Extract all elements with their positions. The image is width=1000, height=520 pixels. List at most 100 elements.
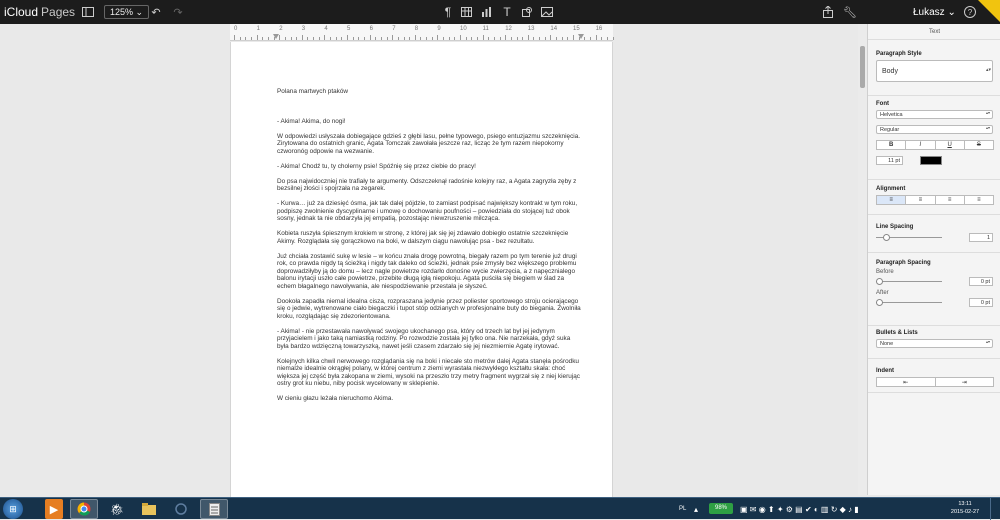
ruler-tick xyxy=(606,37,608,40)
ruler-label: 4 xyxy=(324,26,328,32)
ruler-label: 6 xyxy=(369,26,373,32)
image-icon[interactable] xyxy=(539,0,555,24)
ruler-tick xyxy=(601,37,603,40)
ruler-tick xyxy=(262,37,264,40)
panel-header: Text xyxy=(868,24,1000,40)
align-justify-button[interactable]: ≡ xyxy=(963,195,994,205)
slider-knob[interactable] xyxy=(876,278,883,285)
ruler-tick xyxy=(612,37,614,40)
ruler-tick xyxy=(256,35,258,40)
media-player-icon[interactable]: ▶ xyxy=(45,499,63,519)
language-indicator[interactable]: PL xyxy=(679,498,686,520)
user-menu[interactable]: Łukasz ⌄ xyxy=(913,0,956,24)
textbox-icon[interactable]: T xyxy=(499,0,515,24)
ruler-tick xyxy=(267,37,269,40)
ruler-tick xyxy=(392,35,394,40)
scrollbar-thumb[interactable] xyxy=(860,46,865,88)
italic-button[interactable]: I xyxy=(905,140,936,150)
ruler-tick xyxy=(510,37,512,40)
app2-icon[interactable] xyxy=(167,499,195,519)
table-icon[interactable] xyxy=(458,0,474,24)
document-paragraph: - Akima! - nie przestawała nawoływać swo… xyxy=(277,327,571,350)
brand-name: iCloud xyxy=(4,5,39,19)
undo-icon[interactable]: ↶ xyxy=(148,0,164,24)
taskbar: ⊞ ▶ 🐞︎ PL ▴ 98% ▣ ✉ ◉ ⬆ ✦ ⚙ ▤ ✔ ◐ ▥ ↻ ◆ … xyxy=(0,497,1000,520)
align-right-button[interactable]: ≡ xyxy=(934,195,965,205)
after-slider[interactable]: 0 pt xyxy=(876,298,993,307)
ruler-tick xyxy=(375,37,377,40)
increase-indent-button[interactable]: ⇥ xyxy=(934,377,994,387)
ruler-tick xyxy=(284,37,286,40)
line-spacing-slider[interactable]: 1 xyxy=(876,233,993,242)
ruler-label: 0 xyxy=(234,26,238,32)
line-spacing-field[interactable]: 1 xyxy=(969,233,993,242)
svg-text:?: ? xyxy=(968,8,973,17)
document-paragraph: Kolejnych kilka chwil nerwowego rozgląda… xyxy=(277,357,580,388)
pages-icon[interactable] xyxy=(200,499,228,519)
document-scrollbar[interactable] xyxy=(858,24,867,495)
ruler-tick xyxy=(290,37,292,40)
alignment-section: Alignment ≡ ≡ ≡ ≡ xyxy=(876,186,994,205)
help-icon[interactable]: ? xyxy=(962,0,978,24)
font-size-field[interactable]: 11 pt xyxy=(876,156,903,165)
paragraph-list: - Akima! Akima, do nogi! W odpowiedzi usł… xyxy=(277,118,582,403)
ruler-tick xyxy=(296,37,298,40)
ruler-tick xyxy=(578,37,580,40)
before-field[interactable]: 0 pt xyxy=(969,277,993,286)
divider xyxy=(868,358,1000,359)
tray-icons[interactable]: ▣ ✉ ◉ ⬆ ✦ ⚙ ▤ ✔ ◐ ▥ ↻ ◆ ♪ ▮ xyxy=(740,498,859,520)
tray-arrow-icon[interactable]: ▴ xyxy=(694,498,698,520)
ruler-tick xyxy=(443,37,445,40)
font-color-swatch[interactable] xyxy=(920,156,942,165)
app-brand[interactable]: iCloud Pages xyxy=(4,0,75,24)
app-icon[interactable]: 🐞︎ xyxy=(103,499,131,519)
chart-icon[interactable] xyxy=(478,0,494,24)
underline-button[interactable]: U xyxy=(934,140,965,150)
ruler-tick xyxy=(250,37,252,40)
divider xyxy=(868,252,1000,253)
after-field[interactable]: 0 pt xyxy=(969,298,993,307)
document-paragraph: W odpowiedzi usłyszała dobiegające gdzie… xyxy=(277,132,581,155)
bullets-select[interactable]: None xyxy=(876,339,993,348)
slider-knob[interactable] xyxy=(883,234,890,241)
bold-button[interactable]: B xyxy=(876,140,907,150)
divider xyxy=(868,179,1000,180)
show-desktop-button[interactable] xyxy=(990,498,1000,520)
bullets-label: Bullets & Lists xyxy=(876,330,918,336)
battery-indicator[interactable]: 98% xyxy=(709,503,733,514)
share-icon[interactable] xyxy=(820,0,836,24)
explorer-icon[interactable] xyxy=(135,499,163,519)
strikethrough-button[interactable]: S xyxy=(963,140,994,150)
document-body[interactable]: Polana martwych ptaków - Akima! Akima, d… xyxy=(277,88,582,410)
clock-time: 13:11 xyxy=(958,501,972,507)
document-paragraph: Już chciała zostawić sukę w lesie – w ko… xyxy=(277,252,577,290)
slider-knob[interactable] xyxy=(876,299,883,306)
sidebar-icon[interactable] xyxy=(80,0,96,24)
ruler-label: 3 xyxy=(301,26,306,32)
paragraph-spacing-label: Paragraph Spacing xyxy=(876,260,931,266)
document-page[interactable]: Polana martwych ptaków - Akima! Akima, d… xyxy=(230,42,613,497)
divider xyxy=(868,325,1000,326)
start-button[interactable]: ⊞ xyxy=(3,499,23,519)
redo-icon[interactable]: ↷ xyxy=(170,0,186,24)
ruler-tick xyxy=(493,37,495,40)
align-left-button[interactable]: ≡ xyxy=(876,195,907,205)
zoom-selector[interactable]: 125% ⌄ xyxy=(104,5,150,19)
ruler-tick xyxy=(465,37,467,40)
system-clock[interactable]: 13:11 2015-02-27 xyxy=(946,500,984,516)
decrease-indent-button[interactable]: ⇤ xyxy=(876,377,936,387)
ruler-tick xyxy=(403,37,405,40)
paragraph-icon[interactable]: ¶ xyxy=(440,0,456,24)
shape-icon[interactable] xyxy=(519,0,535,24)
before-slider[interactable]: 0 pt xyxy=(876,277,993,286)
ruler-label: 5 xyxy=(347,26,351,32)
font-style-select[interactable]: Regular xyxy=(876,125,993,134)
indent-section: Indent ⇤ ⇥ xyxy=(876,368,994,387)
font-family-select[interactable]: Helvetica xyxy=(876,110,993,119)
align-center-button[interactable]: ≡ xyxy=(905,195,936,205)
divider xyxy=(868,95,1000,96)
document-paragraph: Do psa najwidoczniej nie trafiały te arg… xyxy=(277,177,577,193)
paragraph-style-select[interactable]: Body xyxy=(876,60,993,82)
wrench-icon[interactable]: 🔧︎ xyxy=(842,0,858,24)
chrome-icon[interactable] xyxy=(70,499,98,519)
